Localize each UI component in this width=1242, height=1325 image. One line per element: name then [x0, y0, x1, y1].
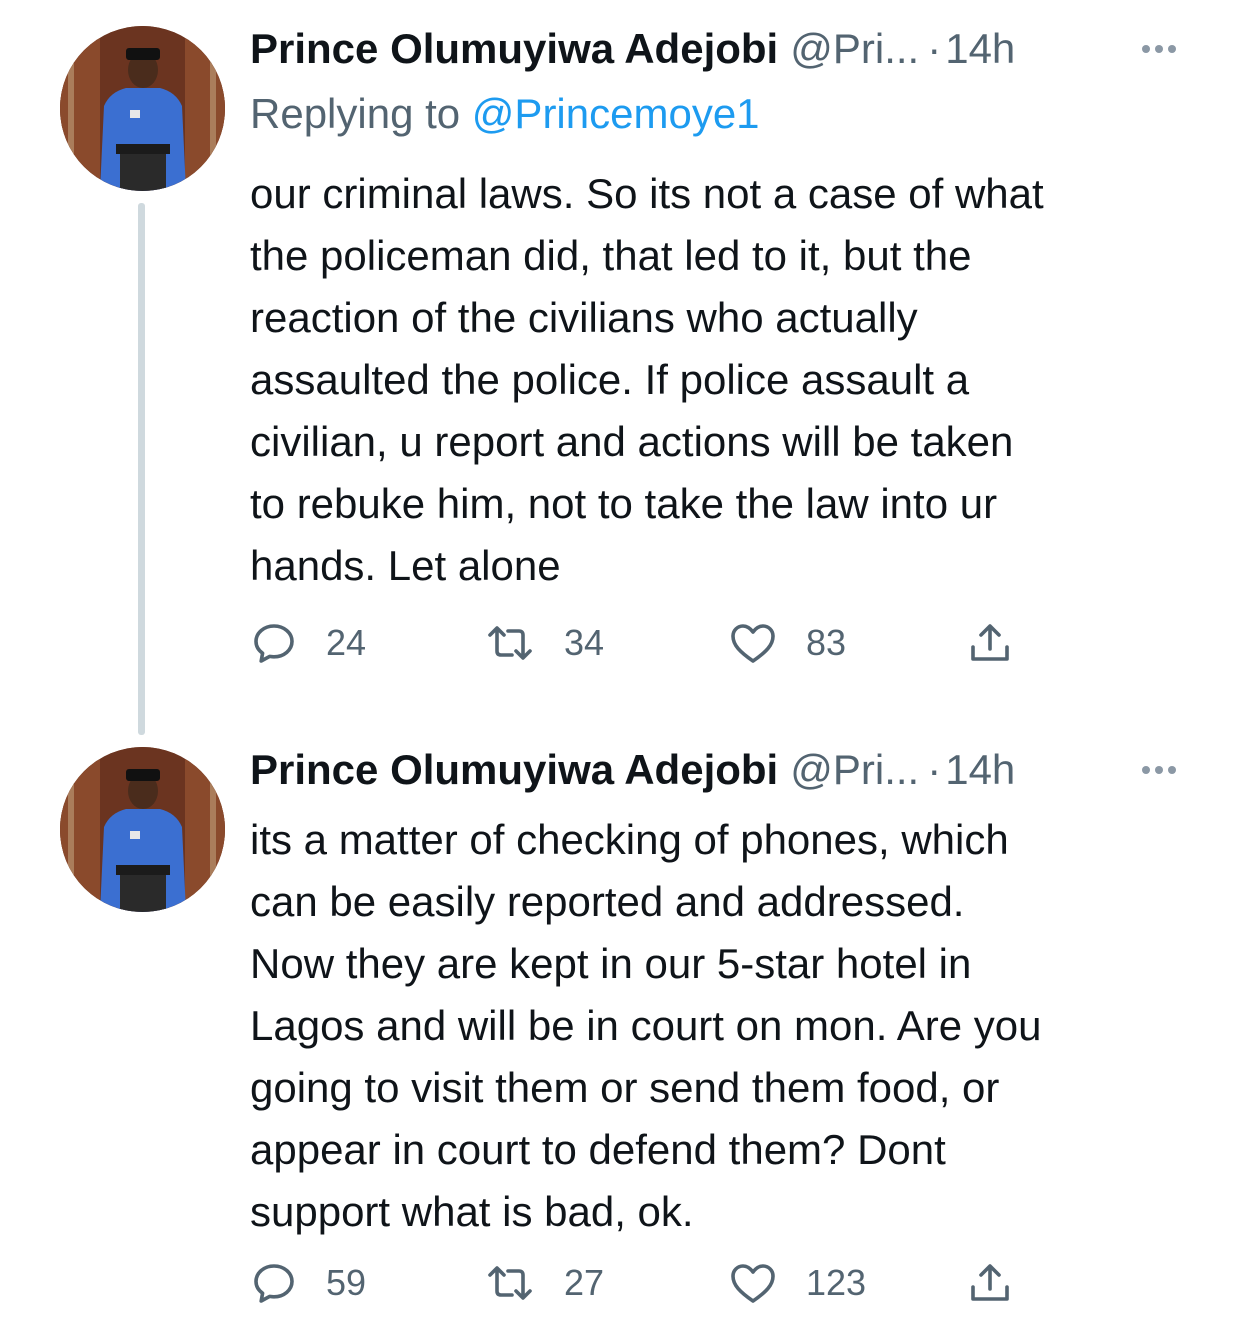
tweet-header: Prince Olumuyiwa Adejobi @Pri... · 14h — [250, 24, 1182, 74]
reply-button[interactable]: 24 — [250, 613, 366, 673]
tweet-2[interactable]: Prince Olumuyiwa Adejobi @Pri... · 14h i… — [0, 735, 1242, 1325]
reply-button[interactable]: 59 — [250, 1253, 366, 1313]
share-upload-icon — [971, 1264, 1009, 1301]
avatar-photo — [60, 747, 225, 912]
timestamp[interactable]: 14h — [945, 746, 1015, 794]
like-count: 123 — [806, 1262, 867, 1303]
author-handle[interactable]: @Pri... — [790, 25, 919, 73]
like-button[interactable]: 83 — [728, 613, 846, 673]
retweet-arrows-icon — [488, 626, 532, 660]
action-bar: 24 34 83 — [250, 613, 1030, 673]
author-name[interactable]: Prince Olumuyiwa Adejobi — [250, 746, 778, 794]
share-button[interactable] — [966, 613, 1014, 673]
thread-line — [138, 203, 145, 735]
replying-to: Replying to @Princemoye1 — [250, 90, 760, 138]
mention-link[interactable]: @Princemoye1 — [472, 90, 760, 137]
action-bar: 59 27 123 — [250, 1253, 1030, 1313]
heart-outline-icon — [731, 624, 775, 663]
tweet-header: Prince Olumuyiwa Adejobi @Pri... · 14h — [250, 745, 1182, 795]
share-upload-icon — [971, 624, 1009, 661]
speech-bubble-icon — [254, 1264, 294, 1303]
retweet-arrows-icon — [488, 1266, 532, 1300]
reply-count: 24 — [326, 622, 367, 663]
tweet-text: our criminal laws. So its not a case of … — [250, 170, 1044, 589]
retweet-button[interactable]: 34 — [484, 613, 604, 673]
avatar-photo — [60, 26, 225, 191]
avatar[interactable] — [60, 26, 225, 191]
like-button[interactable]: 123 — [728, 1253, 866, 1313]
heart-outline-icon — [731, 1264, 775, 1303]
timestamp[interactable]: 14h — [945, 25, 1015, 73]
retweet-button[interactable]: 27 — [484, 1253, 604, 1313]
author-handle[interactable]: @Pri... — [790, 746, 919, 794]
replying-prefix: Replying to — [250, 90, 472, 137]
more-dots-icon[interactable] — [1142, 745, 1176, 795]
more-dots-icon[interactable] — [1142, 24, 1176, 74]
tweet-1[interactable]: Prince Olumuyiwa Adejobi @Pri... · 14h R… — [0, 0, 1242, 735]
reply-count: 59 — [326, 1262, 367, 1303]
separator: · — [927, 25, 942, 72]
share-button[interactable] — [966, 1253, 1014, 1313]
retweet-count: 27 — [564, 1262, 605, 1303]
avatar[interactable] — [60, 747, 225, 912]
separator: · — [927, 746, 942, 793]
like-count: 83 — [806, 622, 847, 663]
speech-bubble-icon — [254, 624, 294, 663]
tweet-text: its a matter of checking of phones, whic… — [250, 816, 1042, 1235]
retweet-count: 34 — [564, 622, 605, 663]
author-name[interactable]: Prince Olumuyiwa Adejobi — [250, 25, 778, 73]
